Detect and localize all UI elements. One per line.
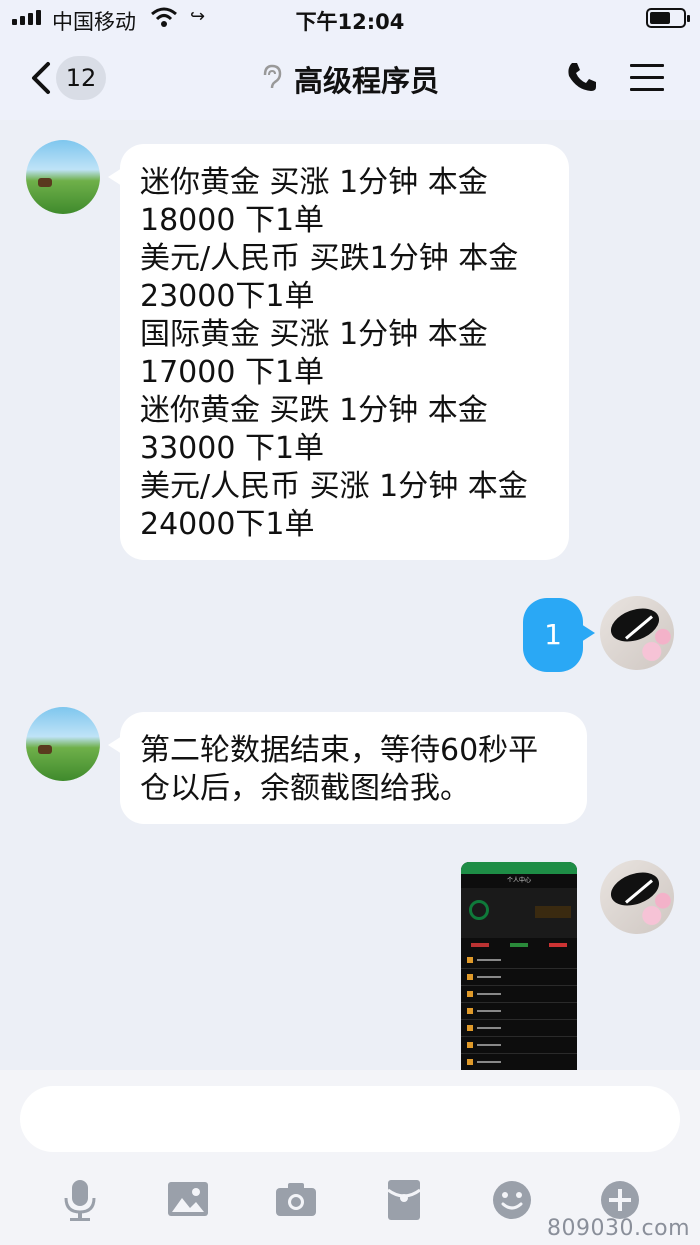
message-line: 迷你黄金 买涨 1分钟 本金 xyxy=(140,165,488,200)
menu-button[interactable] xyxy=(630,64,664,100)
status-bar: 中国移动 ↪ 下午12:04 xyxy=(0,0,700,38)
chat-title: 高级程序员 xyxy=(294,64,440,98)
message-line: 24000下1单 xyxy=(140,507,315,542)
microphone-icon xyxy=(64,1180,96,1221)
gallery-button[interactable] xyxy=(158,1170,218,1230)
phone-icon xyxy=(568,63,596,91)
ear-icon xyxy=(261,63,283,95)
message-input[interactable] xyxy=(20,1086,680,1152)
message-bubble-outgoing[interactable]: 1 xyxy=(523,598,595,672)
camera-button[interactable] xyxy=(266,1170,326,1230)
message-line: 美元/人民币 买涨 1分钟 本金 xyxy=(140,469,528,504)
image-icon xyxy=(168,1182,208,1216)
voice-button[interactable] xyxy=(50,1170,110,1230)
plus-icon xyxy=(601,1181,639,1219)
message-bubble-incoming[interactable]: 第二轮数据结束，等待60秒平 仓以后，余额截图给我。 xyxy=(108,712,587,824)
message-line: 33000 下1单 xyxy=(140,431,325,466)
clock: 下午12:04 xyxy=(295,10,405,34)
message-line: 仓以后，余额截图给我。 xyxy=(140,771,470,806)
battery-icon xyxy=(646,8,690,28)
emoji-icon xyxy=(493,1181,531,1219)
chat-header: 12 高级程序员 xyxy=(0,38,700,120)
thumbnail-title: 个人中心 xyxy=(506,877,531,884)
emoji-button[interactable] xyxy=(482,1170,542,1230)
image-message-thumbnail[interactable]: 个人中心 xyxy=(461,862,577,1070)
contact-avatar[interactable] xyxy=(26,140,100,214)
contact-avatar[interactable] xyxy=(26,707,100,781)
message-line: 美元/人民币 买跌1分钟 本金 xyxy=(140,241,519,276)
message-line: 18000 下1单 xyxy=(140,203,325,238)
menu-icon xyxy=(630,64,664,91)
red-packet-icon xyxy=(387,1180,421,1220)
message-line: 17000 下1单 xyxy=(140,355,325,390)
my-avatar[interactable] xyxy=(600,860,674,934)
message-line: 第二轮数据结束，等待60秒平 xyxy=(140,733,539,768)
message-line: 迷你黄金 买跌 1分钟 本金 xyxy=(140,393,488,428)
message-line: 国际黄金 买涨 1分钟 本金 xyxy=(140,317,488,352)
message-line: 23000下1单 xyxy=(140,279,315,314)
call-button[interactable] xyxy=(565,60,599,98)
message-bubble-incoming[interactable]: 迷你黄金 买涨 1分钟 本金 18000 下1单 美元/人民币 买跌1分钟 本金… xyxy=(108,144,569,560)
camera-icon xyxy=(276,1183,316,1216)
red-packet-button[interactable] xyxy=(374,1170,434,1230)
watermark: 809030.com xyxy=(547,1216,690,1241)
my-avatar[interactable] xyxy=(600,596,674,670)
